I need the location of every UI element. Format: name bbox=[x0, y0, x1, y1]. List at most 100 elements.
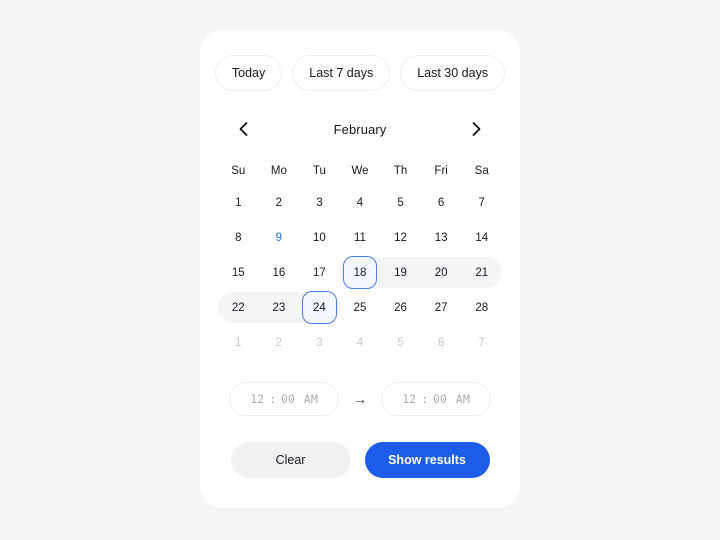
end-time-separator: : bbox=[421, 392, 429, 406]
quick-filter-last-30-days[interactable]: Last 30 days bbox=[400, 55, 506, 91]
day-cell[interactable]: 1 bbox=[218, 185, 259, 220]
day-cell[interactable]: 26 bbox=[380, 290, 421, 325]
day-cell[interactable]: 28 bbox=[461, 290, 502, 325]
end-time-input[interactable]: 12 : 00 AM bbox=[381, 382, 491, 416]
day-cell[interactable]: 5 bbox=[380, 185, 421, 220]
calendar-grid: Su Mo Tu We Th Fri Sa 1 2 3 4 5 6 7 8 9 10 11 12 13 1… bbox=[218, 157, 502, 360]
calendar-weeks: 1 2 3 4 5 6 7 8 9 10 11 12 13 14 15 16 17 18 19 20 21 22 23 24 2… bbox=[218, 185, 502, 360]
previous-month-button[interactable] bbox=[232, 118, 254, 140]
day-cell[interactable]: 7 bbox=[461, 185, 502, 220]
day-number: 16 bbox=[272, 266, 286, 279]
day-number: 24 bbox=[313, 301, 326, 314]
day-cell-range-end[interactable]: 24 bbox=[299, 290, 340, 325]
day-cell-in-range[interactable]: 19 bbox=[380, 255, 421, 290]
quick-filter-today-label: Today bbox=[231, 66, 266, 80]
start-time-meridiem: AM bbox=[303, 392, 318, 406]
calendar-week-row: 1 2 3 4 5 6 7 bbox=[218, 185, 502, 220]
quick-filter-last-7-days[interactable]: Last 7 days bbox=[292, 55, 391, 91]
day-cell-outside-month: 3 bbox=[299, 325, 340, 360]
date-range-picker-card: Today Last 7 days Last 30 days February bbox=[200, 30, 520, 508]
day-number: 9 bbox=[275, 231, 283, 244]
day-cell-outside-month: 4 bbox=[340, 325, 381, 360]
day-number: 2 bbox=[275, 336, 283, 349]
quick-filter-row: Today Last 7 days Last 30 days bbox=[200, 30, 520, 91]
calendar-week-row: 22 23 24 25 26 27 28 bbox=[218, 290, 502, 325]
day-cell-outside-month: 7 bbox=[461, 325, 502, 360]
day-number: 1 bbox=[235, 196, 242, 209]
chevron-right-icon bbox=[472, 122, 481, 136]
day-number: 17 bbox=[313, 266, 326, 279]
chevron-left-icon bbox=[239, 122, 248, 136]
day-cell[interactable]: 3 bbox=[299, 185, 340, 220]
end-time-hour: 12 bbox=[402, 392, 417, 406]
footer-actions: Clear Show results bbox=[200, 442, 520, 478]
day-number: 8 bbox=[235, 231, 242, 244]
weekday-label: We bbox=[351, 165, 369, 177]
day-cell[interactable]: 8 bbox=[218, 220, 259, 255]
day-cell[interactable]: 4 bbox=[340, 185, 381, 220]
day-number: 25 bbox=[353, 301, 367, 314]
day-cell-in-range[interactable]: 20 bbox=[421, 255, 462, 290]
time-range-row: 12 : 00 AM → 12 : 00 AM bbox=[200, 382, 520, 416]
day-cell-in-range[interactable]: 21 bbox=[461, 255, 502, 290]
end-time-meridiem: AM bbox=[455, 392, 470, 406]
day-number: 3 bbox=[316, 336, 323, 349]
day-number: 3 bbox=[316, 196, 323, 209]
day-number: 4 bbox=[356, 336, 364, 349]
day-cell[interactable]: 13 bbox=[421, 220, 462, 255]
quick-filter-last-7-days-label: Last 7 days bbox=[309, 66, 374, 80]
day-cell-in-range[interactable]: 22 bbox=[218, 290, 259, 325]
day-cell[interactable]: 15 bbox=[218, 255, 259, 290]
start-time-separator: : bbox=[269, 392, 277, 406]
day-number: 19 bbox=[394, 266, 407, 279]
day-cell-today[interactable]: 9 bbox=[259, 220, 300, 255]
start-time-input[interactable]: 12 : 00 AM bbox=[229, 382, 339, 416]
start-time-minute: 00 bbox=[281, 392, 295, 406]
weekday-label: Tu bbox=[312, 165, 326, 177]
day-cell[interactable]: 11 bbox=[340, 220, 381, 255]
next-month-button[interactable] bbox=[466, 118, 488, 140]
day-cell[interactable]: 27 bbox=[421, 290, 462, 325]
arrow-right-icon: → bbox=[353, 391, 367, 407]
day-number: 6 bbox=[437, 336, 445, 349]
day-number: 21 bbox=[475, 266, 489, 279]
show-results-button[interactable]: Show results bbox=[364, 442, 490, 478]
day-number: 6 bbox=[437, 196, 445, 209]
day-cell[interactable]: 2 bbox=[259, 185, 300, 220]
day-cell[interactable]: 12 bbox=[380, 220, 421, 255]
quick-filter-today[interactable]: Today bbox=[214, 55, 283, 91]
day-number: 2 bbox=[275, 196, 283, 209]
day-cell[interactable]: 17 bbox=[299, 255, 340, 290]
weekday-label: Fri bbox=[434, 165, 448, 177]
day-cell[interactable]: 10 bbox=[299, 220, 340, 255]
weekday-label: Sa bbox=[474, 165, 489, 177]
day-cell[interactable]: 14 bbox=[461, 220, 502, 255]
quick-filter-last-30-days-label: Last 30 days bbox=[417, 66, 489, 80]
day-number: 5 bbox=[397, 196, 404, 209]
calendar-week-row: 15 16 17 18 19 20 21 bbox=[218, 255, 502, 290]
day-number: 15 bbox=[231, 266, 245, 279]
clear-button[interactable]: Clear bbox=[230, 442, 351, 478]
day-cell-range-start[interactable]: 18 bbox=[340, 255, 381, 290]
day-number: 27 bbox=[434, 301, 448, 314]
weekday-header-row: Su Mo Tu We Th Fri Sa bbox=[218, 157, 502, 185]
start-time-hour: 12 bbox=[250, 392, 265, 406]
day-number: 4 bbox=[356, 196, 364, 209]
day-cell-outside-month: 1 bbox=[218, 325, 259, 360]
end-time-minute: 00 bbox=[433, 392, 447, 406]
screen: Today Last 7 days Last 30 days February bbox=[0, 0, 720, 540]
day-number: 20 bbox=[434, 266, 448, 279]
day-number: 10 bbox=[313, 231, 326, 244]
day-number: 7 bbox=[478, 336, 485, 349]
day-number: 12 bbox=[394, 231, 407, 244]
month-navigation: February bbox=[232, 117, 488, 141]
weekday-label: Su bbox=[231, 165, 246, 177]
day-cell[interactable]: 25 bbox=[340, 290, 381, 325]
day-cell[interactable]: 16 bbox=[259, 255, 300, 290]
day-number: 7 bbox=[478, 196, 485, 209]
day-cell[interactable]: 6 bbox=[421, 185, 462, 220]
weekday-label: Mo bbox=[270, 165, 287, 177]
day-cell-in-range[interactable]: 23 bbox=[259, 290, 300, 325]
weekday-label: Th bbox=[393, 165, 408, 177]
day-number: 11 bbox=[354, 231, 366, 244]
